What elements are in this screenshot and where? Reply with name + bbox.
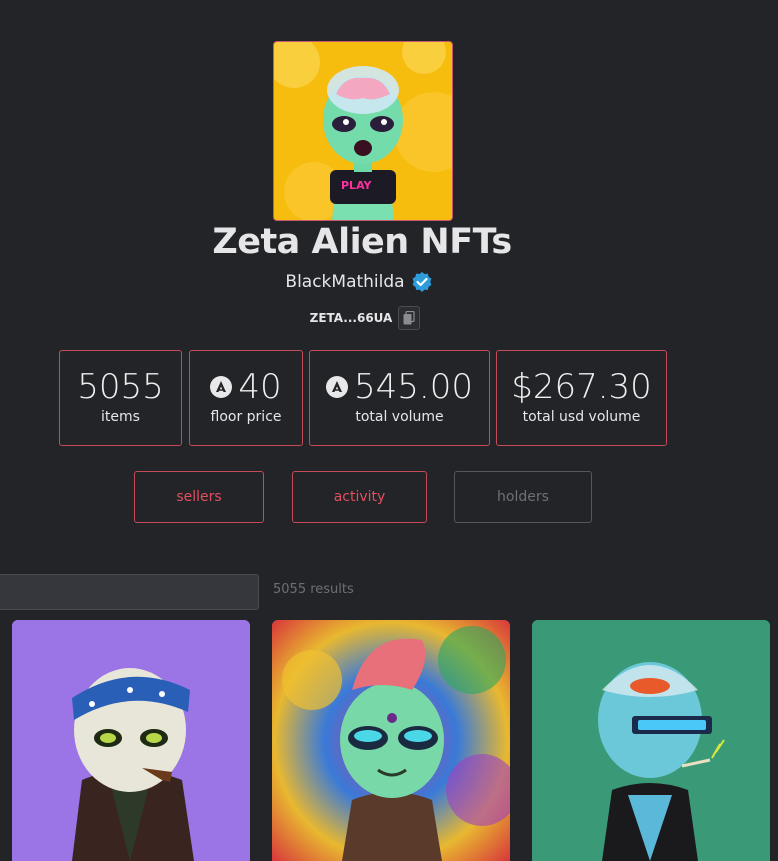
collection-title: Zeta Alien NFTs [212,222,512,262]
alien-avatar-image: PLAY [274,42,452,220]
stat-floor-price-number: 40 [238,367,282,407]
visor-alien-image [532,620,770,861]
stat-total-volume: 545.00 total volume [309,350,490,446]
stat-floor-price-label: floor price [210,409,282,425]
creator-name[interactable]: BlackMathilda [285,272,404,292]
mohawk-alien-image [272,620,510,861]
copy-address-button[interactable] [398,306,421,330]
token-coin-icon [326,376,349,398]
stat-items-value: 5055 [77,367,164,407]
tab-sellers[interactable]: sellers [134,471,264,523]
nft-card[interactable] [12,620,250,861]
stat-items: 5055 items [59,350,182,446]
search-input[interactable] [0,574,259,610]
bandana-alien-image [12,620,250,861]
token-coin-icon [210,376,233,398]
collection-avatar: PLAY [273,41,453,221]
stat-total-usd-volume: $267.30 total usd volume [496,350,667,446]
stat-total-volume-number: 545.00 [354,367,473,407]
stat-floor-price: 40 floor price [189,350,303,446]
stat-total-usd-volume-value: $267.30 [511,367,652,407]
results-count: 5055 results [273,582,354,597]
address-row: ZETA...66UA [0,306,730,330]
svg-text:PLAY: PLAY [341,179,373,192]
verified-badge-icon [411,271,433,293]
collection-address: ZETA...66UA [309,311,393,325]
stat-total-usd-volume-label: total usd volume [522,409,641,425]
creator-row: BlackMathilda [0,271,718,293]
stat-items-label: items [101,409,140,425]
stat-total-usd-volume-number: $267.30 [511,367,652,407]
stat-total-volume-value: 545.00 [326,367,473,407]
nft-card[interactable] [532,620,770,861]
tab-holders[interactable]: holders [454,471,592,523]
stat-items-number: 5055 [77,367,164,407]
copy-icon [403,311,415,325]
nft-card[interactable] [272,620,510,861]
stat-floor-price-value: 40 [210,367,282,407]
stat-total-volume-label: total volume [355,409,444,425]
tab-activity[interactable]: activity [292,471,427,523]
